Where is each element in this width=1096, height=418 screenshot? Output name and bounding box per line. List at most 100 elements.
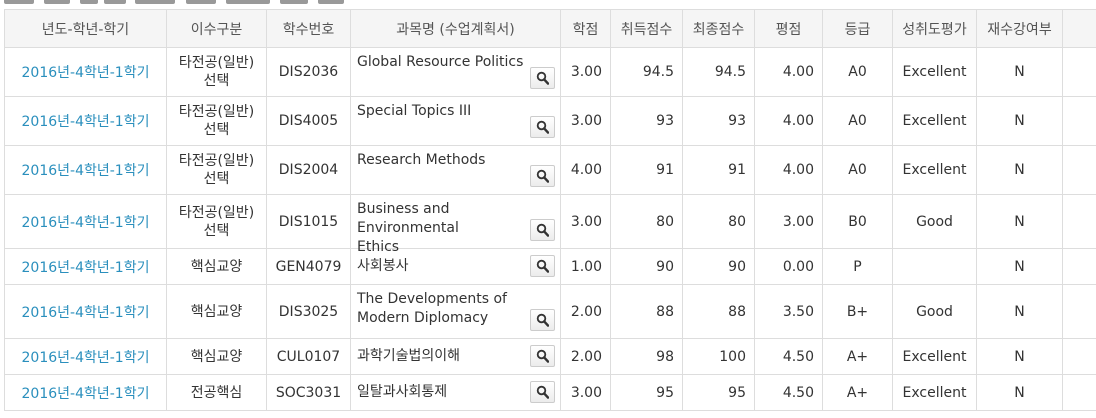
achievement [892,248,977,285]
credits: 3.00 [560,47,611,97]
grade: B0 [822,194,893,249]
credits: 2.00 [560,284,611,339]
course-code: GEN4079 [266,248,351,285]
term-link[interactable]: 2016년-4학년-1학기 [4,47,167,97]
term-link[interactable]: 2016년-4학년-1학기 [4,96,167,146]
term-link[interactable]: 2016년-4학년-1학기 [4,338,167,375]
course-title-cell: Research Methods [350,145,561,195]
grade: A0 [822,47,893,97]
grade: P [822,248,893,285]
gpa: 3.00 [754,194,823,249]
header-category: 이수구분 [166,9,267,48]
syllabus-button[interactable] [530,381,555,403]
earned-score: 91 [610,145,683,195]
course-title-line1: The Developments of [357,291,507,307]
category-cell: 타전공(일반) 선택 [166,96,267,146]
table-row: 2016년-4학년-1학기 타전공(일반) 선택 DIS2004 Researc… [4,145,1096,195]
category-line1: 타전공(일반) [178,204,255,221]
retake: N [976,284,1063,339]
earned-score: 98 [610,338,683,375]
header-grade: 등급 [822,9,893,48]
earned-score: 93 [610,96,683,146]
syllabus-button[interactable] [530,116,555,138]
header-course-title: 과목명 (수업계획서) [350,9,561,48]
term-link[interactable]: 2016년-4학년-1학기 [4,374,167,411]
course-title-cell: Business and Environmental Ethics [350,194,561,255]
category-line1: 전공핵심 [190,384,243,401]
syllabus-button[interactable] [530,345,555,367]
header-extra [1062,9,1096,48]
search-icon [536,120,549,134]
category-cell: 핵심교양 [166,338,267,375]
gpa: 4.00 [754,145,823,195]
search-icon [536,259,549,273]
achievement: Excellent [892,96,977,146]
course-code: DIS4005 [266,96,351,146]
search-icon [536,223,549,237]
header-term: 년도-학년-학기 [4,9,167,48]
category-line1: 핵심교양 [190,303,243,320]
term-link[interactable]: 2016년-4학년-1학기 [4,194,167,249]
syllabus-button[interactable] [530,255,555,277]
extra-cell [1062,338,1096,375]
final-score: 91 [682,145,755,195]
course-code: CUL0107 [266,338,351,375]
search-icon [536,169,549,183]
table-row: 2016년-4학년-1학기 타전공(일반) 선택 DIS4005 Special… [4,96,1096,146]
syllabus-button[interactable] [530,219,555,241]
course-title-line1: Research Methods [357,152,486,168]
search-icon [536,71,549,85]
syllabus-button[interactable] [530,67,555,89]
extra-cell [1062,47,1096,97]
achievement: Excellent [892,374,977,411]
gpa: 4.00 [754,96,823,146]
course-title-line1: 사회봉사 [357,258,409,274]
extra-cell [1062,374,1096,411]
term-link[interactable]: 2016년-4학년-1학기 [4,145,167,195]
category-cell: 전공핵심 [166,374,267,411]
course-title-line1: Special Topics III [357,103,472,119]
header-gpa: 평점 [754,9,823,48]
final-score: 100 [682,338,755,375]
gpa: 3.50 [754,284,823,339]
grades-table: 년도-학년-학기 이수구분 학수번호 과목명 (수업계획서) 학점 취득점수 최… [4,9,1096,411]
grade: A+ [822,338,893,375]
category-line2: 선택 [203,122,230,138]
retake: N [976,248,1063,285]
retake: N [976,96,1063,146]
course-title-cell: Global Resource Politics [350,47,561,97]
grade: A0 [822,145,893,195]
header-credits: 학점 [560,9,611,48]
table-header-row: 년도-학년-학기 이수구분 학수번호 과목명 (수업계획서) 학점 취득점수 최… [4,9,1096,48]
grade: B+ [822,284,893,339]
category-cell: 핵심교양 [166,284,267,339]
gpa: 4.50 [754,338,823,375]
category-cell: 타전공(일반) 선택 [166,47,267,97]
achievement: Good [892,194,977,249]
category-line1: 타전공(일반) [178,104,255,120]
category-line2: 선택 [203,73,230,89]
header-earned-score: 취득점수 [610,9,683,48]
credits: 2.00 [560,338,611,375]
final-score: 94.5 [682,47,755,97]
category-line1: 타전공(일반) [178,55,255,71]
grade: A+ [822,374,893,411]
retake: N [976,374,1063,411]
syllabus-button[interactable] [530,165,555,187]
course-title-line1: Business and Environmental [357,201,459,236]
achievement: Excellent [892,47,977,97]
course-title-cell: Special Topics III [350,96,561,146]
course-code: DIS2036 [266,47,351,97]
course-code: DIS2004 [266,145,351,195]
course-code: SOC3031 [266,374,351,411]
credits: 3.00 [560,96,611,146]
table-row: 2016년-4학년-1학기 타전공(일반) 선택 DIS2036 Global … [4,47,1096,97]
term-link[interactable]: 2016년-4학년-1학기 [4,248,167,285]
term-link[interactable]: 2016년-4학년-1학기 [4,284,167,339]
course-code: DIS3025 [266,284,351,339]
extra-cell [1062,248,1096,285]
category-line1: 핵심교양 [190,258,243,275]
grade: A0 [822,96,893,146]
syllabus-button[interactable] [530,309,555,331]
course-title-cell: 사회봉사 [350,248,561,285]
